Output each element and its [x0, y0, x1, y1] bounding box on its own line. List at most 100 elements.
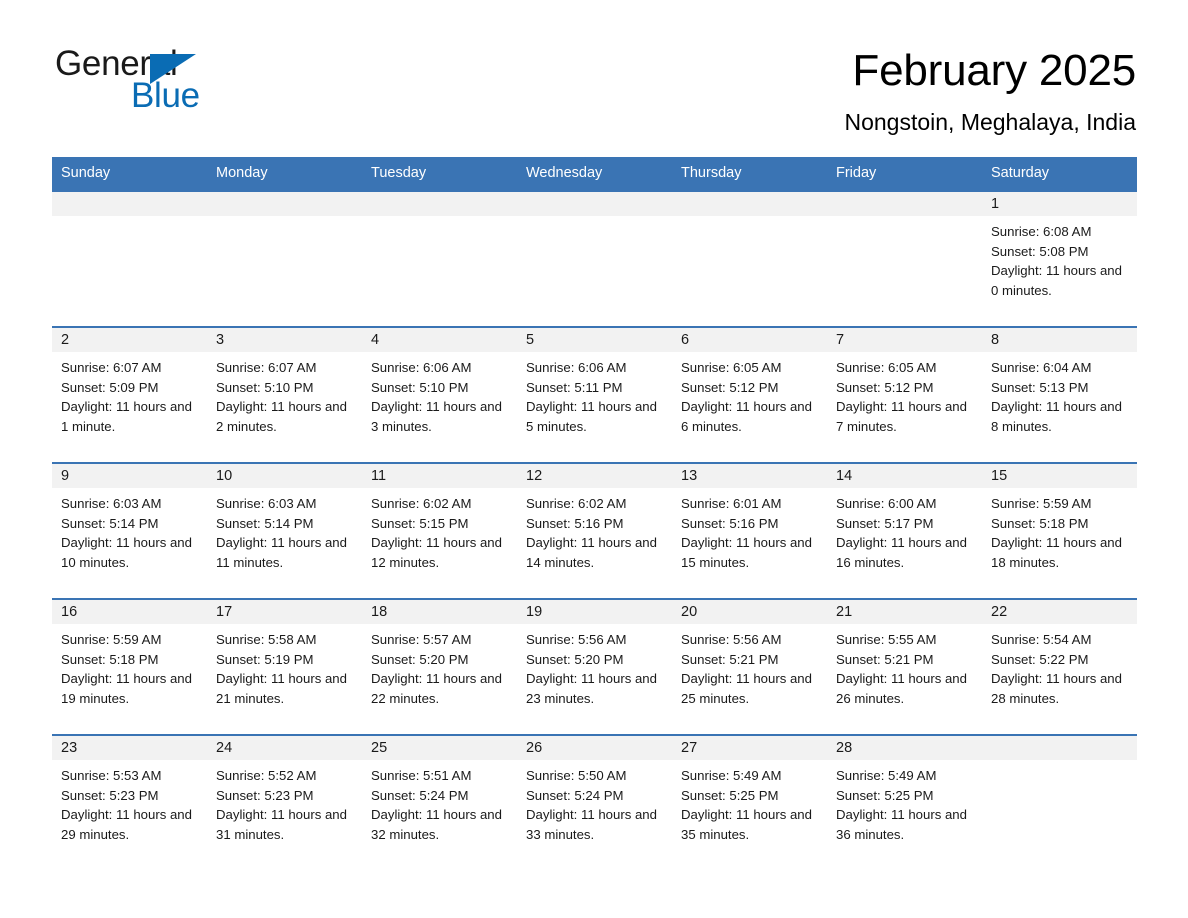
daylight-text: Daylight: 11 hours and 11 minutes. — [216, 535, 347, 570]
day-number: 13 — [681, 467, 698, 484]
sunset-text: Sunset: 5:13 PM — [991, 379, 1089, 395]
sunrise-text: Sunrise: 6:07 AM — [61, 359, 162, 375]
day-cell[interactable]: 2 Sunrise: 6:07 AM Sunset: 5:09 PM Daylight… — [52, 327, 207, 462]
day-number-band — [52, 191, 207, 216]
sunrise-text: Sunrise: 6:08 AM — [991, 223, 1092, 239]
day-cell[interactable]: 12 Sunrise: 6:02 AM Sunset: 5:16 PM Dayligh… — [517, 463, 672, 598]
sunrise-text: Sunrise: 5:59 AM — [991, 495, 1092, 511]
day-details: Sunrise: 6:05 AM Sunset: 5:12 PM Daylight:… — [827, 352, 982, 437]
calendar-week-row: 23 Sunrise: 5:53 AM Sunset: 5:23 PM Dayligh… — [52, 733, 1137, 870]
day-number-band: 9 — [52, 463, 207, 488]
sunset-text: Sunset: 5:24 PM — [526, 787, 624, 803]
day-number-band: 19 — [517, 599, 672, 624]
daylight-text: Daylight: 11 hours and 5 minutes. — [526, 399, 657, 434]
general-blue-logo[interactable]: General Blue — [55, 46, 255, 118]
sunset-text: Sunset: 5:09 PM — [61, 379, 159, 395]
day-details: Sunrise: 6:03 AM Sunset: 5:14 PM Daylight:… — [207, 488, 362, 573]
daylight-text: Daylight: 11 hours and 6 minutes. — [681, 399, 812, 434]
day-number: 8 — [991, 331, 1000, 348]
day-details: Sunrise: 5:55 AM Sunset: 5:21 PM Daylight:… — [827, 624, 982, 709]
sunset-text: Sunset: 5:10 PM — [371, 379, 469, 395]
day-cell[interactable]: 7 Sunrise: 6:05 AM Sunset: 5:12 PM Daylight… — [827, 327, 982, 462]
day-number-band: 4 — [362, 327, 517, 352]
calendar-page: General Blue February 2025 Nongstoin, Me… — [0, 0, 1188, 918]
day-cell[interactable]: 15 Sunrise: 5:59 AM Sunset: 5:18 PM Dayligh… — [982, 463, 1137, 598]
daylight-text: Daylight: 11 hours and 8 minutes. — [991, 399, 1122, 434]
day-number-band: 3 — [207, 327, 362, 352]
calendar-week-row: 9 Sunrise: 6:03 AM Sunset: 5:14 PM Daylight… — [52, 461, 1137, 598]
daylight-text: Daylight: 11 hours and 28 minutes. — [991, 671, 1122, 706]
day-details: Sunrise: 6:04 AM Sunset: 5:13 PM Daylight:… — [982, 352, 1137, 437]
day-number-band — [672, 191, 827, 216]
day-number-band: 13 — [672, 463, 827, 488]
day-number: 27 — [681, 739, 698, 756]
daylight-text: Daylight: 11 hours and 16 minutes. — [836, 535, 967, 570]
sunset-text: Sunset: 5:12 PM — [681, 379, 779, 395]
day-cell[interactable]: 22 Sunrise: 5:54 AM Sunset: 5:22 PM Dayligh… — [982, 599, 1137, 734]
day-cell[interactable]: 27 Sunrise: 5:49 AM Sunset: 5:25 PM Dayligh… — [672, 735, 827, 870]
sunrise-text: Sunrise: 5:49 AM — [681, 767, 782, 783]
day-cell[interactable]: 19 Sunrise: 5:56 AM Sunset: 5:20 PM Dayligh… — [517, 599, 672, 734]
day-number: 18 — [371, 603, 388, 620]
sunrise-text: Sunrise: 5:50 AM — [526, 767, 627, 783]
day-cell[interactable]: 8 Sunrise: 6:04 AM Sunset: 5:13 PM Daylight… — [982, 327, 1137, 462]
daylight-text: Daylight: 11 hours and 2 minutes. — [216, 399, 347, 434]
weekday-header-row: Sunday Monday Tuesday Wednesday Thursday Frid… — [52, 157, 1137, 192]
day-cell[interactable]: 9 Sunrise: 6:03 AM Sunset: 5:14 PM Daylight… — [52, 463, 207, 598]
day-cell[interactable]: 4 Sunrise: 6:06 AM Sunset: 5:10 PM Daylight… — [362, 327, 517, 462]
day-cell[interactable]: 23 Sunrise: 5:53 AM Sunset: 5:23 PM Dayligh… — [52, 735, 207, 870]
day-cell[interactable]: 28 Sunrise: 5:49 AM Sunset: 5:25 PM Dayligh… — [827, 735, 982, 870]
page-header: General Blue February 2025 Nongstoin, Me… — [0, 0, 1188, 135]
day-number: 20 — [681, 603, 698, 620]
sunrise-text: Sunrise: 6:06 AM — [371, 359, 472, 375]
day-cell[interactable]: 1 Sunrise: 6:08 AM Sunset: 5:08 PM Daylight… — [982, 191, 1137, 326]
sunrise-text: Sunrise: 6:02 AM — [526, 495, 627, 511]
day-number: 5 — [526, 331, 535, 348]
day-number: 1 — [991, 195, 1000, 212]
day-cell[interactable]: 3 Sunrise: 6:07 AM Sunset: 5:10 PM Daylight… — [207, 327, 362, 462]
daylight-text: Daylight: 11 hours and 0 minutes. — [991, 263, 1122, 298]
sunrise-text: Sunrise: 5:56 AM — [526, 631, 627, 647]
day-cell[interactable]: 16 Sunrise: 5:59 AM Sunset: 5:18 PM Dayligh… — [52, 599, 207, 734]
sunrise-text: Sunrise: 6:03 AM — [216, 495, 317, 511]
day-cell[interactable]: 10 Sunrise: 6:03 AM Sunset: 5:14 PM Dayligh… — [207, 463, 362, 598]
day-cell[interactable]: 18 Sunrise: 5:57 AM Sunset: 5:20 PM Dayligh… — [362, 599, 517, 734]
daylight-text: Daylight: 11 hours and 7 minutes. — [836, 399, 967, 434]
day-cell[interactable]: 26 Sunrise: 5:50 AM Sunset: 5:24 PM Dayligh… — [517, 735, 672, 870]
daylight-text: Daylight: 11 hours and 3 minutes. — [371, 399, 502, 434]
sunset-text: Sunset: 5:15 PM — [371, 515, 469, 531]
day-cell[interactable]: 5 Sunrise: 6:06 AM Sunset: 5:11 PM Daylight… — [517, 327, 672, 462]
day-number-band: 16 — [52, 599, 207, 624]
weekday-header-friday: Friday — [836, 165, 877, 182]
day-number-band: 27 — [672, 735, 827, 760]
day-number-band: 22 — [982, 599, 1137, 624]
sunset-text: Sunset: 5:19 PM — [216, 651, 314, 667]
day-number-band — [517, 191, 672, 216]
day-cell[interactable]: 6 Sunrise: 6:05 AM Sunset: 5:12 PM Daylight… — [672, 327, 827, 462]
day-details: Sunrise: 5:52 AM Sunset: 5:23 PM Daylight:… — [207, 760, 362, 845]
sunrise-text: Sunrise: 5:54 AM — [991, 631, 1092, 647]
day-details: Sunrise: 5:56 AM Sunset: 5:21 PM Daylight:… — [672, 624, 827, 709]
day-cell[interactable]: 20 Sunrise: 5:56 AM Sunset: 5:21 PM Dayligh… — [672, 599, 827, 734]
daylight-text: Daylight: 11 hours and 26 minutes. — [836, 671, 967, 706]
day-details: Sunrise: 5:53 AM Sunset: 5:23 PM Daylight:… — [52, 760, 207, 845]
sunrise-text: Sunrise: 6:03 AM — [61, 495, 162, 511]
day-number-band: 20 — [672, 599, 827, 624]
day-number: 22 — [991, 603, 1008, 620]
day-cell[interactable]: 13 Sunrise: 6:01 AM Sunset: 5:16 PM Dayligh… — [672, 463, 827, 598]
day-number-band: 6 — [672, 327, 827, 352]
calendar-week-row: 16 Sunrise: 5:59 AM Sunset: 5:18 PM Dayligh… — [52, 597, 1137, 734]
sunrise-text: Sunrise: 6:07 AM — [216, 359, 317, 375]
daylight-text: Daylight: 11 hours and 31 minutes. — [216, 807, 347, 842]
day-details: Sunrise: 6:08 AM Sunset: 5:08 PM Daylight:… — [982, 216, 1137, 301]
day-cell[interactable]: 11 Sunrise: 6:02 AM Sunset: 5:15 PM Dayligh… — [362, 463, 517, 598]
day-cell[interactable]: 14 Sunrise: 6:00 AM Sunset: 5:17 PM Dayligh… — [827, 463, 982, 598]
day-number-band: 8 — [982, 327, 1137, 352]
day-cell[interactable]: 25 Sunrise: 5:51 AM Sunset: 5:24 PM Dayligh… — [362, 735, 517, 870]
location-subtitle: Nongstoin, Meghalaya, India — [844, 109, 1136, 136]
daylight-text: Daylight: 11 hours and 14 minutes. — [526, 535, 657, 570]
day-cell[interactable]: 24 Sunrise: 5:52 AM Sunset: 5:23 PM Dayligh… — [207, 735, 362, 870]
day-cell[interactable]: 21 Sunrise: 5:55 AM Sunset: 5:21 PM Dayligh… — [827, 599, 982, 734]
day-cell[interactable]: 17 Sunrise: 5:58 AM Sunset: 5:19 PM Dayligh… — [207, 599, 362, 734]
sunset-text: Sunset: 5:25 PM — [836, 787, 934, 803]
